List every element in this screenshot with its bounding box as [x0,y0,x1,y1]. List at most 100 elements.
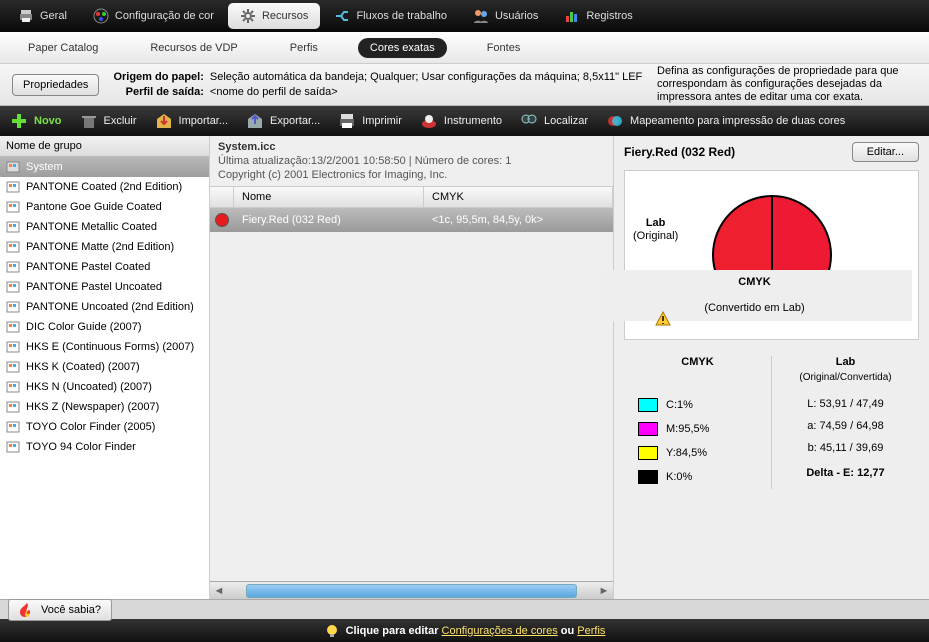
group-icon [6,360,20,374]
link-color-config[interactable]: Configurações de cores [442,625,558,637]
top-tab-bar: Geral Configuração de cor Recursos Fluxo… [0,0,929,32]
group-icon [6,380,20,394]
tab-logs[interactable]: Registros [552,3,644,29]
sidebar-item[interactable]: PANTONE Pastel Coated [0,257,209,277]
cmyk-label: CMYK (Convertido em Lab) [597,270,912,321]
sidebar-item[interactable]: TOYO 94 Color Finder [0,437,209,457]
delete-button[interactable]: Excluir [80,112,137,130]
group-icon [6,200,20,214]
row-name: Fiery.Red (032 Red) [234,214,424,226]
col-cmyk[interactable]: CMYK [424,187,613,207]
sidebar-item[interactable]: PANTONE Matte (2nd Edition) [0,237,209,257]
group-list[interactable]: SystemPANTONE Coated (2nd Edition)Panton… [0,157,209,599]
property-info: Origem do papel: Perfil de saída: Seleçã… [113,70,643,100]
group-icon [6,400,20,414]
import-button[interactable]: Importar... [155,112,229,130]
sidebar-item[interactable]: PANTONE Coated (2nd Edition) [0,177,209,197]
did-you-know-button[interactable]: Você sabia? [8,599,112,621]
instrument-button[interactable]: Instrumento [420,112,502,130]
profile-title: System.icc [218,141,275,153]
edit-button[interactable]: Editar... [852,142,919,162]
users-icon [473,8,489,24]
scroll-right-icon[interactable]: ► [595,585,613,597]
scroll-thumb[interactable] [246,584,577,598]
detail-panel: Fiery.Red (032 Red) Editar... Lab (Origi… [614,136,929,599]
footer: Você sabia? [0,599,929,619]
row-cmyk: <1c, 95,5m, 84,5y, 0k> [424,214,613,226]
flame-icon [19,602,35,618]
find-button[interactable]: Localizar [520,112,588,130]
group-sidebar: Nome de grupo SystemPANTONE Coated (2nd … [0,136,210,599]
sub-tab-bar: Paper Catalog Recursos de VDP Perfis Cor… [0,32,929,64]
sidebar-item[interactable]: HKS Z (Newspaper) (2007) [0,397,209,417]
subtab-vdp[interactable]: Recursos de VDP [138,38,249,58]
col-name[interactable]: Nome [234,187,424,207]
yellow-swatch [638,446,658,460]
sidebar-item[interactable]: PANTONE Metallic Coated [0,217,209,237]
subtab-paper-catalog[interactable]: Paper Catalog [16,38,110,58]
table-row[interactable]: Fiery.Red (032 Red) <1c, 95,5m, 84,5y, 0… [210,208,613,232]
content-area: Nome de grupo SystemPANTONE Coated (2nd … [0,136,929,599]
sidebar-item[interactable]: System [0,157,209,177]
tab-label: Recursos [262,10,308,22]
group-icon [6,420,20,434]
sidebar-item[interactable]: HKS E (Continuous Forms) (2007) [0,337,209,357]
new-button[interactable]: Novo [10,112,62,130]
horizontal-scrollbar[interactable]: ◄ ► [210,581,613,599]
delta-e: Delta - E: 12,77 [786,459,905,479]
sidebar-item[interactable]: PANTONE Uncoated (2nd Edition) [0,297,209,317]
properties-bar: Propriedades Origem do papel: Perfil de … [0,64,929,106]
sidebar-header: Nome de grupo [0,136,209,157]
gear-icon [240,8,256,24]
group-icon [6,220,20,234]
color-list-panel: System.icc Última atualização:13/2/2001 … [210,136,614,599]
tab-label: Fluxos de trabalho [356,10,447,22]
sidebar-item[interactable]: TOYO Color Finder (2005) [0,417,209,437]
group-icon [6,260,20,274]
bulb-icon [324,623,340,639]
paper-origin-label: Origem do papel: [113,70,203,85]
tab-workflows[interactable]: Fluxos de trabalho [322,3,459,29]
paper-origin-value: Seleção automática da bandeja; Qualquer;… [210,70,642,85]
tab-label: Usuários [495,10,538,22]
values-row: CMYK C:1% M:95,5% Y:84,5% K:0% Lab (Orig… [624,348,919,497]
lab-values: Lab (Original/Convertida) L: 53,91 / 47,… [772,348,919,497]
color-swatch-icon [215,213,229,227]
two-color-mapping-button[interactable]: Mapeamento para impressão de duas cores [606,112,845,130]
group-icon [6,280,20,294]
output-profile-label: Perfil de saída: [113,85,203,100]
sidebar-item[interactable]: PANTONE Pastel Uncoated [0,277,209,297]
properties-description: Defina as configurações de propriedade p… [657,65,917,104]
group-icon [6,320,20,334]
sidebar-item[interactable]: HKS K (Coated) (2007) [0,357,209,377]
tab-geral[interactable]: Geral [6,3,79,29]
chart-icon [564,8,580,24]
sidebar-item[interactable]: Pantone Goe Guide Coated [0,197,209,217]
link-perfis[interactable]: Perfis [577,625,605,637]
properties-button[interactable]: Propriedades [12,74,99,96]
lab-label: Lab (Original) [633,217,678,243]
palette-icon [93,8,109,24]
table-header: Nome CMYK [210,186,613,208]
tab-color-config[interactable]: Configuração de cor [81,3,226,29]
subtab-fontes[interactable]: Fontes [475,38,533,58]
tab-users[interactable]: Usuários [461,3,550,29]
cyan-swatch [638,398,658,412]
detail-title: Fiery.Red (032 Red) [624,145,735,159]
sidebar-item[interactable]: DIC Color Guide (2007) [0,317,209,337]
print-button[interactable]: Imprimir [338,112,402,130]
group-icon [6,240,20,254]
warning-icon [655,311,671,327]
sidebar-item[interactable]: HKS N (Uncoated) (2007) [0,377,209,397]
group-icon [6,440,20,454]
tab-label: Registros [586,10,632,22]
toolbar: Novo Excluir Importar... Exportar... Imp… [0,106,929,136]
export-button[interactable]: Exportar... [246,112,320,130]
tab-label: Configuração de cor [115,10,214,22]
subtab-cores-exatas[interactable]: Cores exatas [358,38,447,58]
group-icon [6,340,20,354]
subtab-perfis[interactable]: Perfis [278,38,330,58]
color-preview: Lab (Original) CMYK (Convertido em Lab) [624,170,919,340]
scroll-left-icon[interactable]: ◄ [210,585,228,597]
tab-recursos[interactable]: Recursos [228,3,320,29]
